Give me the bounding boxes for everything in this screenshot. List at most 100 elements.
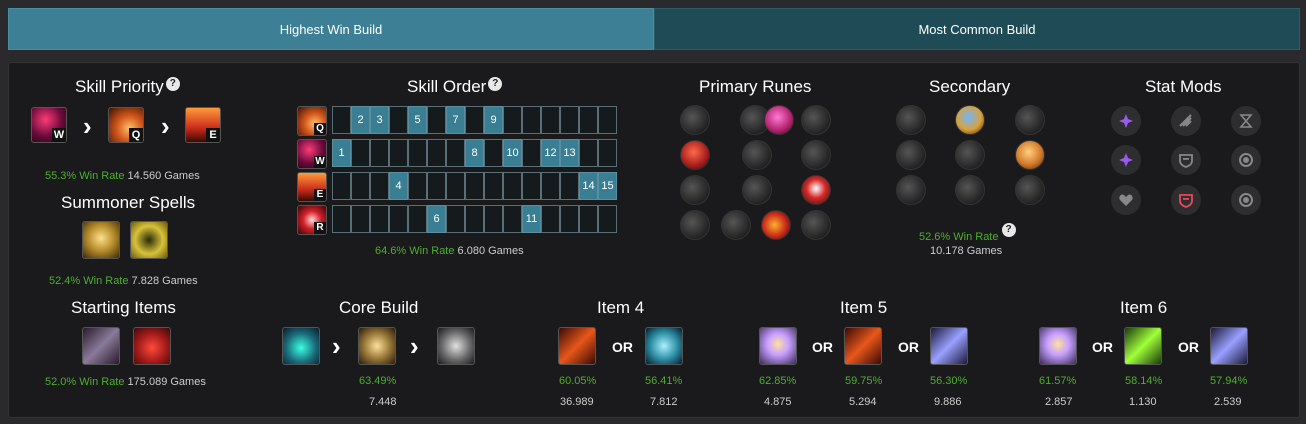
help-icon[interactable]: ?	[488, 77, 503, 91]
item5-option-2-pct: 59.75%	[845, 375, 883, 387]
rune-legend-icon[interactable]	[801, 210, 831, 240]
chevron-right-icon: ›	[83, 111, 92, 141]
skill-order-cell: 4	[389, 172, 408, 200]
stat-mod-armor-selected-icon[interactable]	[1171, 185, 1201, 215]
item4-option-1-icon[interactable]	[558, 327, 596, 365]
core-build-games: 7.448	[369, 396, 397, 408]
rune-bone-plating-icon[interactable]	[1015, 140, 1045, 170]
rune-revitalize-icon[interactable]	[955, 175, 985, 205]
rune-press-the-attack-icon[interactable]	[680, 105, 710, 135]
skill-order-cell	[484, 139, 503, 167]
or-label: OR	[1092, 339, 1113, 355]
skill-w-icon: W	[31, 107, 67, 143]
longsword-item-icon[interactable]	[82, 327, 120, 365]
stat-mod-magic-resist-icon[interactable]	[1231, 185, 1261, 215]
rune-cut-down-icon[interactable]	[721, 210, 751, 240]
rune-demolish-icon[interactable]	[896, 105, 926, 135]
help-icon[interactable]: ?	[165, 77, 180, 91]
games-count: 175.089 Games	[127, 376, 206, 388]
skill-q-icon: Q	[108, 107, 144, 143]
or-label: OR	[812, 339, 833, 355]
item4-option-2-icon[interactable]	[645, 327, 683, 365]
rune-coup-de-grace-icon[interactable]	[680, 210, 710, 240]
core-item-2-icon[interactable]	[437, 327, 475, 365]
skill-order-cell: 15	[598, 172, 617, 200]
item5-option-1-icon[interactable]	[759, 327, 797, 365]
skill-order-cell	[446, 139, 465, 167]
item5-option-3-icon[interactable]	[930, 327, 968, 365]
rune-conqueror-icon[interactable]	[764, 105, 794, 135]
summoner-spell-ghost-icon	[130, 221, 168, 259]
rune-conditioning-icon[interactable]	[896, 140, 926, 170]
tab-highest-win-build[interactable]: Highest Win Build	[8, 8, 654, 50]
skill-q-icon: Q	[297, 106, 327, 136]
skill-w-icon: W	[297, 139, 327, 169]
build-tabs: Highest Win Build Most Common Build	[8, 8, 1300, 50]
skill-key-e: E	[206, 128, 220, 142]
summoner-spells-title: Summoner Spells	[61, 193, 196, 212]
item6-option-1-icon[interactable]	[1039, 327, 1077, 365]
item6-option-1-games: 2.857	[1045, 396, 1073, 408]
item5-option-3-pct: 56.30%	[930, 375, 968, 387]
skill-order-cell	[465, 106, 484, 134]
tab-most-common-build[interactable]: Most Common Build	[654, 8, 1300, 50]
skill-order-cell	[522, 139, 541, 167]
boots-item-icon[interactable]	[282, 327, 320, 365]
item6-option-3-icon[interactable]	[1210, 327, 1248, 365]
item6-option-2-icon[interactable]	[1124, 327, 1162, 365]
rune-font-of-life-icon[interactable]	[955, 105, 985, 135]
rune-overgrowth-icon[interactable]	[896, 175, 926, 205]
rune-fleet-footwork-icon[interactable]	[801, 105, 831, 135]
starting-items-title: Starting Items	[71, 298, 176, 317]
stat-mod-attack-speed-icon[interactable]	[1171, 106, 1201, 136]
skill-order-row-r: 6 11	[332, 205, 617, 233]
stat-mod-magic-resist-icon[interactable]	[1231, 145, 1261, 175]
item5-title: Item 5	[840, 298, 888, 317]
rune-presence-of-mind-icon[interactable]	[801, 140, 831, 170]
health-potion-item-icon[interactable]	[133, 327, 171, 365]
rune-shield-bash-icon[interactable]	[1015, 105, 1045, 135]
rune-alacrity-icon[interactable]	[680, 175, 710, 205]
stat-mod-armor-icon[interactable]	[1171, 145, 1201, 175]
skill-key-q: Q	[314, 123, 326, 135]
stat-mod-health-icon[interactable]	[1111, 185, 1141, 215]
item6-title: Item 6	[1120, 298, 1168, 317]
rune-unflinching-icon[interactable]	[1015, 175, 1045, 205]
win-rate: 52.6% Win Rate	[919, 231, 999, 243]
stat-mod-adaptive-icon[interactable]	[1111, 106, 1141, 136]
stat-mod-ability-haste-icon[interactable]	[1231, 106, 1261, 136]
chevron-right-icon: ›	[161, 111, 170, 141]
item5-option-2-icon[interactable]	[844, 327, 882, 365]
win-rate: 64.6% Win Rate	[375, 245, 455, 257]
skill-order-cell: 8	[465, 139, 484, 167]
rune-overheal-icon[interactable]	[680, 140, 710, 170]
skill-priority-label: Skill Priority	[75, 77, 164, 96]
item4-option-2-games: 7.812	[650, 396, 678, 408]
or-label: OR	[1178, 339, 1199, 355]
skill-order-cell	[598, 106, 617, 134]
skill-order-cell	[522, 106, 541, 134]
rune-tenacity-icon[interactable]	[742, 175, 772, 205]
games-count: 14.560 Games	[127, 170, 200, 182]
skill-order-cell	[560, 106, 579, 134]
rune-second-wind-icon[interactable]	[955, 140, 985, 170]
skill-order-cell	[579, 106, 598, 134]
stat-mod-adaptive-icon[interactable]	[1111, 145, 1141, 175]
skill-order-cell	[370, 205, 389, 233]
item6-option-2-pct: 58.14%	[1125, 375, 1163, 387]
skill-order-cell	[446, 172, 465, 200]
skill-order-cell	[389, 139, 408, 167]
skill-key-r: R	[314, 222, 326, 234]
skill-priority-stats: 55.3% Win Rate 14.560 Games	[45, 170, 200, 182]
skill-order-cell: 9	[484, 106, 503, 134]
rune-bloodline-icon[interactable]	[801, 175, 831, 205]
rune-last-stand-icon[interactable]	[761, 210, 791, 240]
help-icon[interactable]: ?	[1001, 223, 1016, 237]
core-item-1-icon[interactable]	[358, 327, 396, 365]
skill-order-cell	[598, 139, 617, 167]
rune-triumph-icon[interactable]	[742, 140, 772, 170]
item5-option-1-games: 4.875	[764, 396, 792, 408]
win-rate: 52.0% Win Rate	[45, 376, 125, 388]
stat-mods-title: Stat Mods	[1145, 77, 1222, 96]
skill-order-cell	[332, 205, 351, 233]
